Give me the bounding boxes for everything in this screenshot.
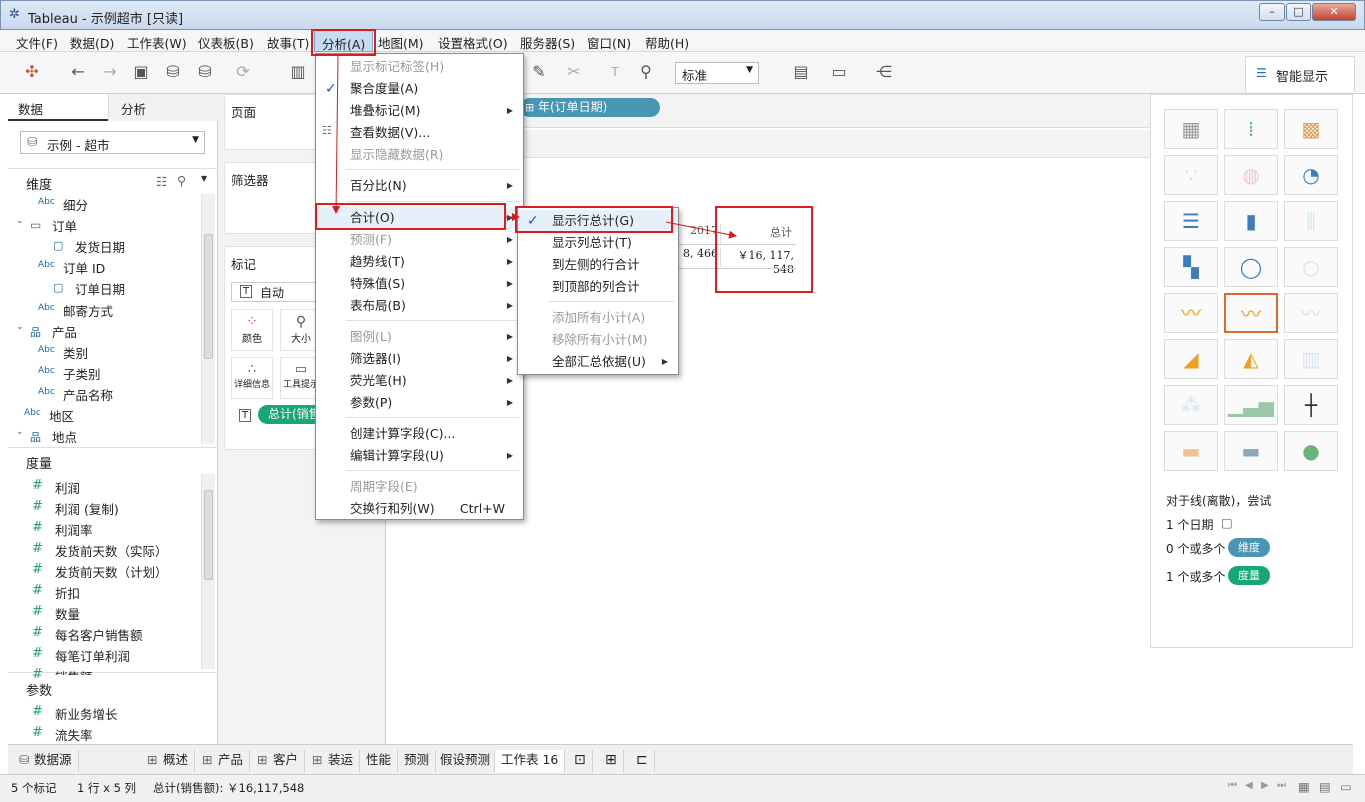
annotation-arrows bbox=[332, 55, 737, 239]
